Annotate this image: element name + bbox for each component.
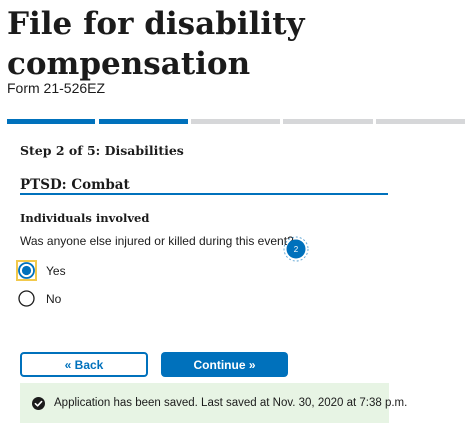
save-status-text: Application has been saved. Last saved a… (54, 397, 408, 409)
save-status-alert: Application has been saved. Last saved a… (20, 383, 407, 423)
page-title: File for disability compensation (7, 4, 305, 84)
step-marker-number: 2 (294, 245, 299, 254)
back-button[interactable]: « Back (20, 352, 148, 377)
check-circle-icon (32, 396, 45, 410)
section-divider (20, 193, 388, 195)
section-title: PTSD: Combat (20, 177, 130, 193)
progress-segment-1 (7, 119, 95, 124)
radio-wrapper (16, 288, 37, 309)
radio-selected-icon[interactable] (18, 262, 35, 279)
step-marker-badge: 2 (283, 236, 309, 262)
step-title: Step 2 of 5: Disabilities (20, 143, 184, 158)
progress-segment-3 (191, 119, 280, 124)
progress-bar (7, 119, 465, 124)
radio-option-yes[interactable]: Yes (16, 260, 66, 281)
question-text: Was anyone else injured or killed during… (20, 234, 294, 248)
radio-label-no[interactable]: No (46, 292, 61, 306)
radio-focus-ring (16, 260, 37, 281)
page-title-line-1: File for disability (7, 6, 305, 42)
question-group-heading: Individuals involved (20, 211, 150, 225)
radio-unselected-icon[interactable] (18, 290, 35, 307)
radio-option-no[interactable]: No (16, 288, 61, 309)
continue-button[interactable]: Continue » (161, 352, 288, 377)
progress-segment-5 (376, 119, 465, 124)
step-marker-icon: 2 (283, 236, 309, 262)
radio-label-yes[interactable]: Yes (46, 264, 66, 278)
page-title-line-2: compensation (7, 46, 251, 82)
progress-segment-2 (99, 119, 188, 124)
form-number: Form 21-526EZ (7, 80, 106, 96)
progress-segment-4 (283, 119, 373, 124)
